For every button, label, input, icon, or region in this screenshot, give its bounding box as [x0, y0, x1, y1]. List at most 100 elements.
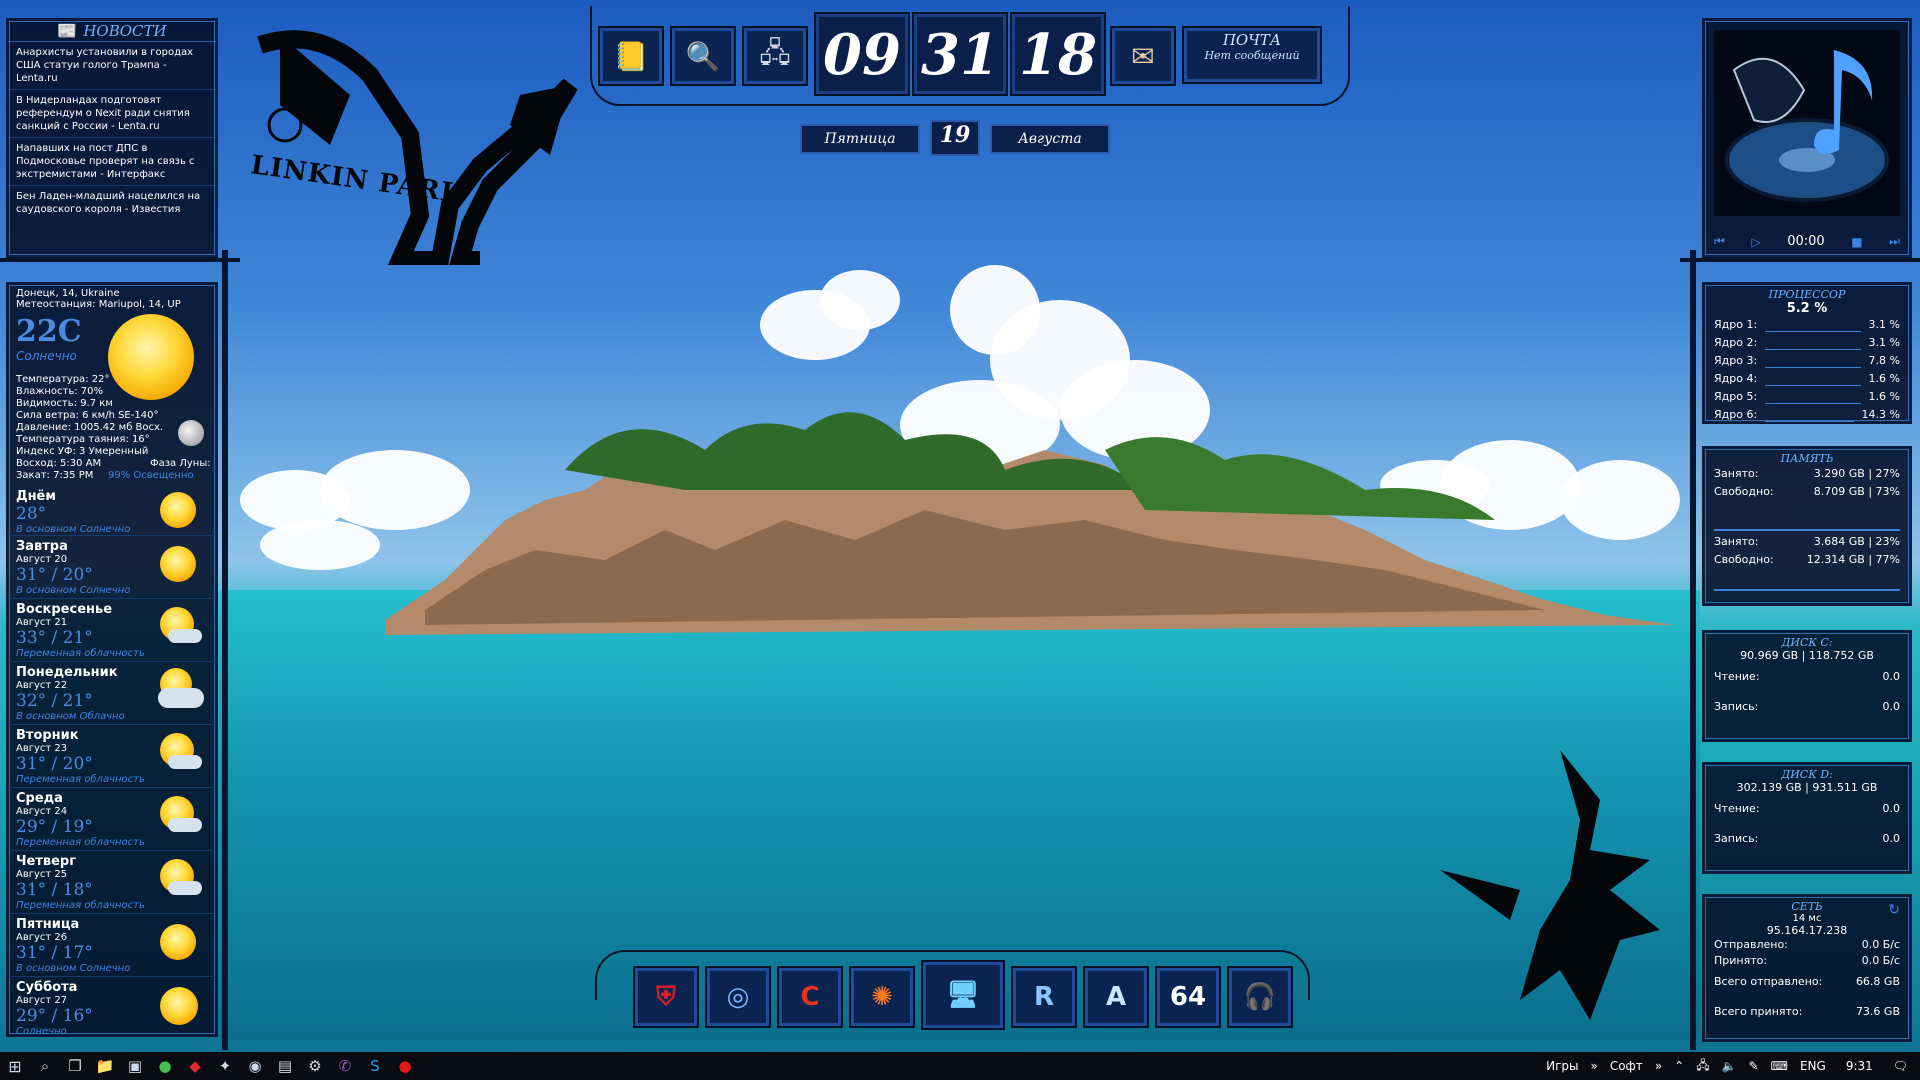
news-title: НОВОСТИ — [83, 21, 167, 40]
core-label: Ядро 3: — [1714, 354, 1758, 367]
news-item[interactable]: Анархисты установили в городах США стату… — [8, 42, 216, 90]
app-button[interactable]: ● — [150, 1052, 180, 1080]
stop-icon[interactable]: ■ — [1851, 235, 1862, 249]
network-title: СЕТЬ — [1791, 900, 1823, 913]
language-indicator[interactable]: ENG — [1800, 1059, 1826, 1073]
tray-expand-icon[interactable]: ⌃ — [1674, 1059, 1684, 1073]
detail-uv: Индекс УФ: 3 Умеренный — [16, 446, 149, 457]
network-ip: 95.164.17.238 — [1766, 924, 1848, 937]
toolbar-games[interactable]: Игры — [1546, 1059, 1578, 1073]
network-tray-icon[interactable]: 🖧 — [1696, 1056, 1709, 1077]
search-button[interactable]: ⌕ — [30, 1052, 60, 1080]
app-button[interactable]: ▣ — [120, 1052, 150, 1080]
memory-title: ПАМЯТЬ — [1780, 452, 1834, 465]
disk-d-read-label: Чтение: — [1714, 802, 1760, 815]
newspaper-icon: 📰 — [57, 21, 78, 40]
net-total-sent-row: Всего отправлено: 66.8 GB — [1704, 973, 1910, 991]
previous-icon[interactable]: ⏮ — [1714, 234, 1725, 249]
toolbar-chevron-icon[interactable]: » — [1590, 1059, 1597, 1073]
disk-c-write-row: Запись: 0.0 — [1704, 698, 1910, 716]
app-button[interactable]: ✆ — [330, 1052, 360, 1080]
figure-silhouette-icon — [1440, 750, 1660, 1020]
core-label: Ядро 2: — [1714, 336, 1758, 349]
play-icon[interactable]: ▷ — [1751, 235, 1760, 249]
net-sent-row: Отправлено: 0.0 Б/с — [1704, 937, 1910, 953]
core-value: 1.6 % — [1868, 372, 1900, 385]
disk-c-read-row: Чтение: 0.0 — [1704, 668, 1910, 686]
forecast-row: Днём 28° В основном Солнечно — [8, 486, 216, 536]
mail-panel[interactable]: ПОЧТА Нет сообщений — [1182, 26, 1322, 84]
swap-free-row: Свободно: 12.314 GB | 77% — [1704, 551, 1910, 569]
ram-used-row: Занято: 3.290 GB | 27% — [1704, 465, 1910, 483]
ram-free-label: Свободно: — [1714, 485, 1774, 498]
disk-d-read-value: 0.0 — [1882, 802, 1901, 815]
app-button[interactable]: ◉ — [240, 1052, 270, 1080]
ram-free-row: Свободно: 8.709 GB | 73% — [1704, 483, 1910, 501]
next-icon[interactable]: ⏭ — [1889, 234, 1900, 249]
player-controls: ⏮ ▷ 00:00 ■ ⏭ — [1714, 234, 1900, 249]
search-button[interactable]: 🔍 — [670, 26, 736, 86]
frame-line — [0, 258, 240, 262]
disk-d-read-row: Чтение: 0.0 — [1704, 800, 1910, 818]
refresh-icon[interactable]: ↻ — [1888, 902, 1900, 918]
cpu-core-row: Ядро 1: 3.1 % — [1704, 316, 1910, 334]
news-item[interactable]: Бен Ладен-младший нацелился на саудовско… — [8, 186, 216, 220]
core-label: Ядро 4: — [1714, 372, 1758, 385]
dock-item[interactable]: ⛨ — [633, 966, 699, 1028]
notifications-icon[interactable]: 🗨 — [1893, 1059, 1908, 1073]
swap-used-row: Занято: 3.684 GB | 23% — [1704, 533, 1910, 551]
window-icon: ▣ — [127, 1057, 143, 1075]
mail-button[interactable]: ✉ — [1110, 26, 1176, 86]
app-button[interactable]: ▤ — [270, 1052, 300, 1080]
toolbar-chevron-icon[interactable]: » — [1655, 1059, 1662, 1073]
recycle-app-icon: R — [1033, 982, 1055, 1012]
steam-icon: ⚙ — [308, 1057, 322, 1075]
net-sent-value: 0.0 Б/с — [1861, 938, 1900, 951]
disk-c-read-value: 0.0 — [1882, 670, 1901, 683]
news-item[interactable]: Напавших на пост ДПС в Подмосковье прове… — [8, 138, 216, 186]
core-label: Ядро 5: — [1714, 390, 1758, 403]
network-computers-icon: 🖧 — [759, 36, 791, 69]
dock-item[interactable]: ✺ — [849, 966, 915, 1028]
detail-wind: Сила ветра: 6 км/h SE-140° — [16, 410, 159, 421]
headphones-icon: 🎧 — [1243, 982, 1277, 1012]
cpu-panel: ПРОЦЕССОР 5.2 % Ядро 1: 3.1 % Ядро 2: 3.1 … — [1702, 282, 1912, 424]
app-button[interactable]: S — [360, 1052, 390, 1080]
start-button[interactable]: ⊞ — [0, 1052, 30, 1080]
explorer-button[interactable]: 📁 — [90, 1052, 120, 1080]
sun-icon — [160, 546, 196, 582]
forecast-row: Понедельник Август 22 32° / 21° В основн… — [8, 662, 216, 725]
task-view-icon: ❐ — [68, 1057, 82, 1075]
dock-item[interactable]: 64 — [1155, 966, 1221, 1028]
task-view-button[interactable]: ❐ — [60, 1052, 90, 1080]
forecast-row: Воскресенье Август 21 33° / 21° Переменн… — [8, 599, 216, 662]
news-item[interactable]: В Нидерландах подготовят референдум о Ne… — [8, 90, 216, 138]
app-button[interactable]: ⚙ — [300, 1052, 330, 1080]
dock-item[interactable]: 🖥 — [921, 960, 1005, 1030]
volume-icon[interactable]: 🔈 — [1722, 1059, 1737, 1073]
frame-line — [1680, 258, 1920, 262]
disk-d-write-label: Запись: — [1714, 832, 1759, 845]
green-app-icon: ● — [158, 1057, 172, 1075]
taskbar-clock[interactable]: 9:31 — [1846, 1059, 1873, 1073]
contacts-button[interactable]: 📒 — [598, 26, 664, 86]
weekday-box: Пятница — [800, 124, 920, 154]
app-button[interactable]: ✦ — [210, 1052, 240, 1080]
core-graph — [1765, 372, 1861, 386]
network-button[interactable]: 🖧 — [742, 26, 808, 86]
app-button[interactable]: ◆ — [180, 1052, 210, 1080]
keyboard-icon[interactable]: ⌨ — [1771, 1059, 1788, 1073]
dock-item[interactable]: A — [1083, 966, 1149, 1028]
moon-phase-label: Фаза Луны: — [150, 458, 211, 469]
news-list: Анархисты установили в городах США стату… — [8, 42, 216, 220]
month-box: Августа — [990, 124, 1110, 154]
toolbar-software[interactable]: Софт — [1610, 1059, 1643, 1073]
dock-item[interactable]: ◎ — [705, 966, 771, 1028]
forecast-row: Пятница Август 26 31° / 17° В основном С… — [8, 914, 216, 977]
dock-item[interactable]: R — [1011, 966, 1077, 1028]
dock-item[interactable]: C — [777, 966, 843, 1028]
dock-item[interactable]: 🎧 — [1227, 966, 1293, 1028]
app-button[interactable]: ● — [390, 1052, 420, 1080]
sun-icon — [160, 924, 196, 960]
pen-icon[interactable]: ✎ — [1749, 1059, 1759, 1073]
